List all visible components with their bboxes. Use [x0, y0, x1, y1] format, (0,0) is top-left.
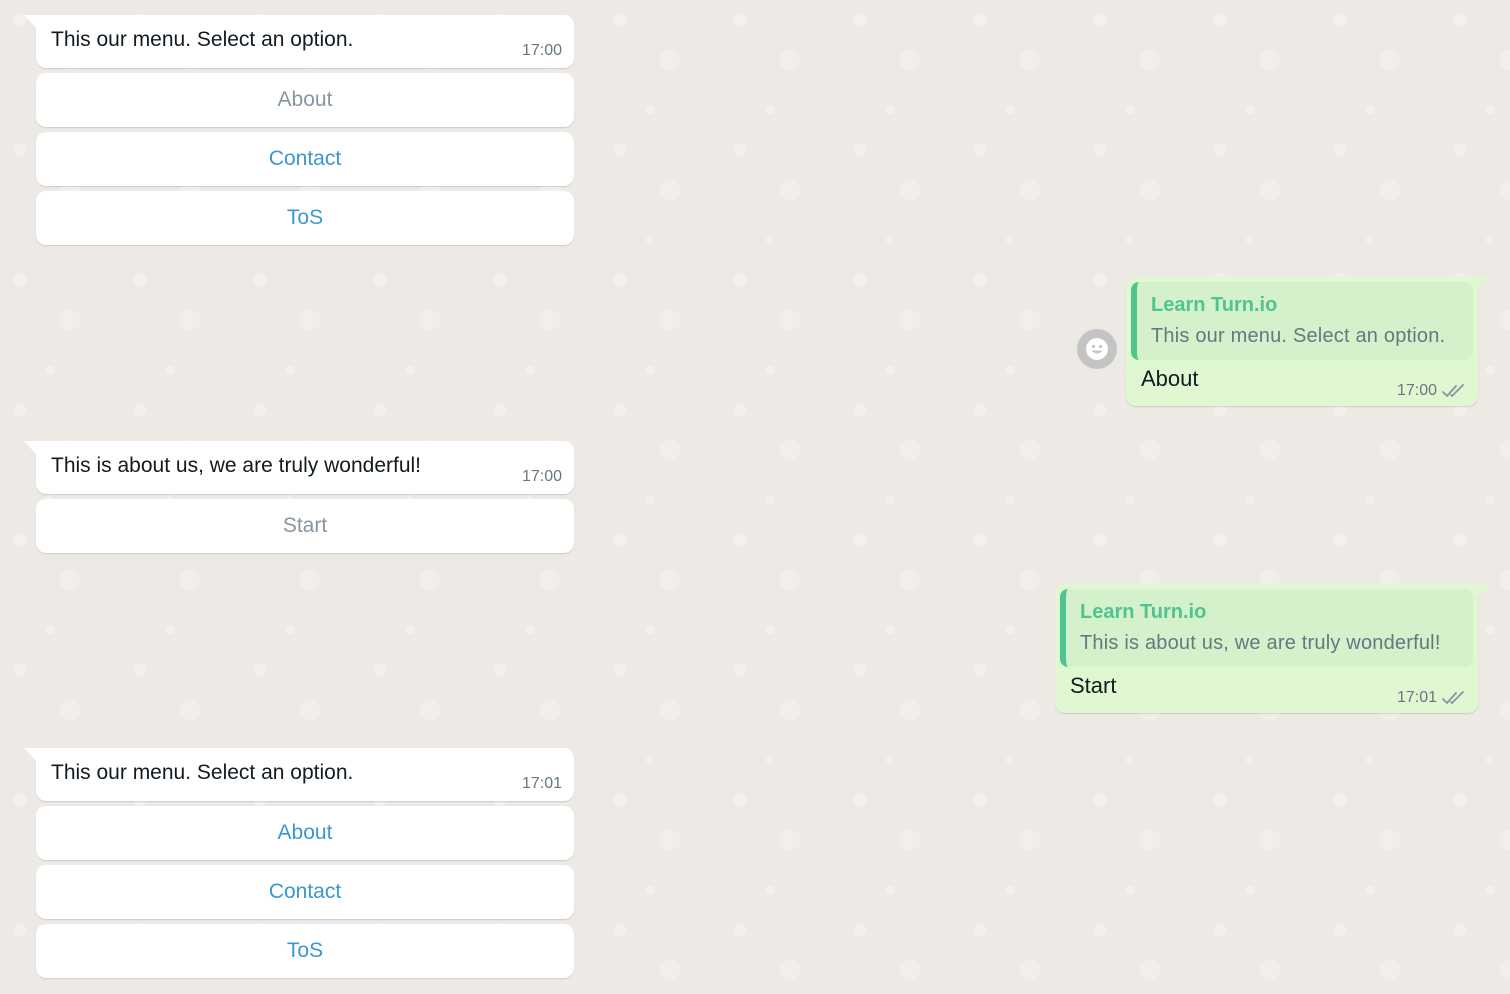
quote-text: This is about us, we are truly wonderful… — [1080, 632, 1441, 654]
quick-reply-button-about[interactable]: About — [36, 73, 574, 127]
quoted-message[interactable]: Learn Turn.io This is about us, we are t… — [1060, 589, 1473, 667]
quoted-message[interactable]: Learn Turn.io This our menu. Select an o… — [1131, 282, 1473, 360]
quote-author: Learn Turn.io — [1080, 601, 1207, 623]
quick-reply-button-tos[interactable]: ToS — [36, 191, 574, 245]
incoming-message-bubble: This our menu. Select an option. 17:00 — [24, 15, 574, 68]
message-time: 17:00 — [1396, 382, 1437, 399]
message-text: This our menu. Select an option. — [51, 761, 354, 784]
quick-reply-button-contact[interactable]: Contact — [36, 865, 574, 919]
double-check-icon — [1442, 691, 1464, 704]
message-time: 17:00 — [521, 42, 562, 59]
quick-reply-button-contact[interactable]: Contact — [36, 132, 574, 186]
message-text: This is about us, we are truly wonderful… — [51, 454, 422, 477]
incoming-message-bubble: This is about us, we are truly wonderful… — [24, 441, 574, 494]
message-time: 17:01 — [1396, 689, 1437, 706]
quick-reply-button-start[interactable]: Start — [36, 499, 574, 553]
quick-reply-button-tos[interactable]: ToS — [36, 924, 574, 978]
quote-text: This our menu. Select an option. — [1151, 325, 1446, 347]
chat-window: This our menu. Select an option. 17:00 A… — [0, 0, 1510, 994]
quick-reply-button-about[interactable]: About — [36, 806, 574, 860]
incoming-message-group: This our menu. Select an option. 17:00 A… — [24, 15, 574, 245]
smiley-face-icon — [1086, 338, 1108, 360]
incoming-message-group: This is about us, we are truly wonderful… — [24, 441, 574, 553]
incoming-message-bubble: This our menu. Select an option. 17:01 — [24, 748, 574, 801]
message-text: Start — [1070, 673, 1117, 698]
outgoing-message-bubble: Learn Turn.io This is about us, we are t… — [1055, 584, 1490, 713]
quote-author: Learn Turn.io — [1151, 294, 1278, 316]
double-check-icon — [1442, 384, 1464, 397]
incoming-message-group: This our menu. Select an option. 17:01 A… — [24, 748, 574, 978]
message-text: This our menu. Select an option. — [51, 28, 354, 51]
message-time: 17:00 — [521, 468, 562, 485]
message-text: About — [1141, 366, 1199, 391]
message-time: 17:01 — [521, 775, 562, 792]
avatar — [1077, 329, 1117, 369]
outgoing-message-bubble: Learn Turn.io This our menu. Select an o… — [1126, 277, 1490, 406]
